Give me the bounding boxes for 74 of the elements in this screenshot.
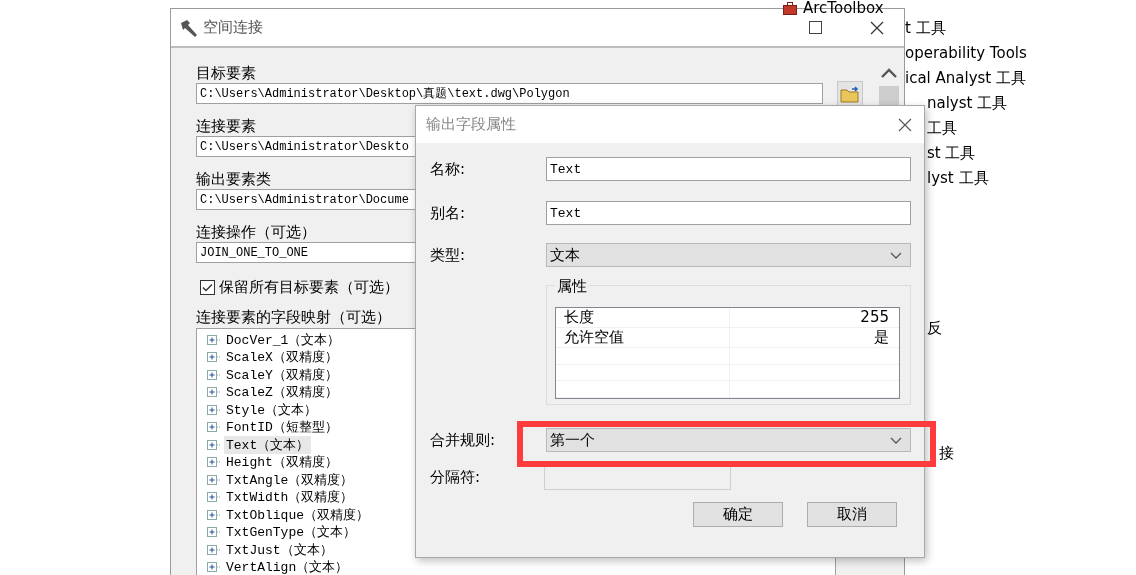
- expand-icon[interactable]: [207, 439, 221, 450]
- property-name: 长度: [556, 308, 730, 327]
- tree-item[interactable]: ScaleZ（双精度）: [224, 383, 340, 402]
- scroll-up-icon[interactable]: [881, 68, 897, 78]
- expand-icon[interactable]: [207, 544, 221, 555]
- dialog-title: 输出字段属性: [426, 115, 517, 134]
- field-label: 连接操作（可选）: [196, 222, 316, 242]
- field-label: 别名:: [430, 202, 467, 224]
- expand-icon[interactable]: [207, 404, 221, 415]
- window-title: 空间连接: [203, 18, 263, 37]
- expand-icon[interactable]: [207, 527, 221, 538]
- field-label: 连接要素的字段映射（可选）: [196, 307, 391, 327]
- browse-button[interactable]: [837, 80, 863, 107]
- dropdown[interactable]: 文本: [546, 243, 911, 267]
- toolset-item[interactable]: t 工具: [905, 16, 946, 41]
- dropdown[interactable]: 第一个: [546, 428, 911, 452]
- dialog-button[interactable]: 确定: [693, 502, 783, 527]
- expand-icon[interactable]: [207, 387, 221, 398]
- input-field[interactable]: C:\Users\Administrator\Desktop\真题\text.dwg\Polygon: [196, 83, 823, 104]
- toolset-item[interactable]: lyst 工具: [927, 166, 989, 191]
- tree-item[interactable]: ScaleY（双精度）: [224, 365, 340, 384]
- toolset-item[interactable]: nalyst 工具: [927, 91, 1008, 116]
- expand-icon[interactable]: [207, 474, 221, 485]
- tree-item[interactable]: Style（文本）: [224, 400, 319, 419]
- checkbox[interactable]: [200, 279, 215, 295]
- tree-item[interactable]: Text（文本）: [224, 435, 312, 454]
- expand-icon[interactable]: [207, 457, 221, 468]
- tree-item[interactable]: VertAlign（文本）: [224, 558, 351, 575]
- toolbox-icon: [783, 1, 797, 15]
- group-label: 属性: [555, 277, 589, 296]
- toolbox-title[interactable]: ArcToolbox: [803, 0, 884, 16]
- toolset-item[interactable]: ical Analyst 工具: [905, 66, 1026, 91]
- input-field[interactable]: Text: [546, 157, 911, 181]
- input-field[interactable]: Text: [546, 201, 911, 225]
- checkbox-label: 保留所有目标要素（可选）: [219, 277, 399, 297]
- field-label: 名称:: [430, 158, 467, 180]
- tree-item[interactable]: TxtAngle（双精度）: [224, 470, 356, 489]
- field-label: 连接要素: [196, 116, 256, 136]
- toolset-item[interactable]: st 工具: [927, 141, 976, 166]
- toolset-item[interactable]: operability Tools: [905, 41, 1027, 66]
- property-value: 是: [873, 328, 890, 347]
- chevron-icon: [890, 436, 902, 444]
- tree-item[interactable]: ScaleX（双精度）: [224, 348, 340, 367]
- tree-item[interactable]: DocVer_1（文本）: [224, 330, 343, 349]
- field-label: 目标要素: [196, 63, 256, 83]
- toolset-item[interactable]: 接: [939, 441, 954, 466]
- expand-icon[interactable]: [207, 352, 221, 363]
- field-label: 类型:: [430, 244, 467, 266]
- scrollbar-thumb[interactable]: [879, 86, 899, 106]
- tree-item[interactable]: TxtGenType（文本）: [224, 523, 358, 542]
- hammer-icon: [179, 18, 199, 37]
- toolset-item[interactable]: 工具: [927, 116, 957, 141]
- tree-item[interactable]: FontID（短整型）: [224, 418, 340, 437]
- expand-icon[interactable]: [207, 369, 221, 380]
- tree-item[interactable]: TxtWidth（双精度）: [224, 488, 356, 507]
- tree-item[interactable]: TxtOblique（双精度）: [224, 505, 371, 524]
- property-value: 255: [859, 308, 890, 327]
- toolset-item[interactable]: 反: [927, 316, 942, 341]
- tree-item[interactable]: TxtJust（文本）: [224, 540, 335, 559]
- expand-icon[interactable]: [207, 422, 221, 433]
- tree-item[interactable]: Height（双精度）: [224, 453, 340, 472]
- dialog-button[interactable]: 取消: [807, 502, 897, 527]
- chevron-icon: [890, 251, 902, 259]
- expand-icon[interactable]: [207, 509, 221, 520]
- property-name: 允许空值: [556, 328, 730, 347]
- expand-icon[interactable]: [207, 334, 221, 345]
- maximize-button[interactable]: [809, 21, 822, 34]
- field-label: 分隔符:: [430, 466, 482, 488]
- expand-icon[interactable]: [207, 492, 221, 503]
- close-button[interactable]: [870, 20, 884, 35]
- expand-icon[interactable]: [207, 562, 221, 573]
- field-label: 合并规则:: [430, 429, 497, 451]
- field-label: 输出要素类: [196, 169, 271, 189]
- close-button[interactable]: [898, 117, 912, 132]
